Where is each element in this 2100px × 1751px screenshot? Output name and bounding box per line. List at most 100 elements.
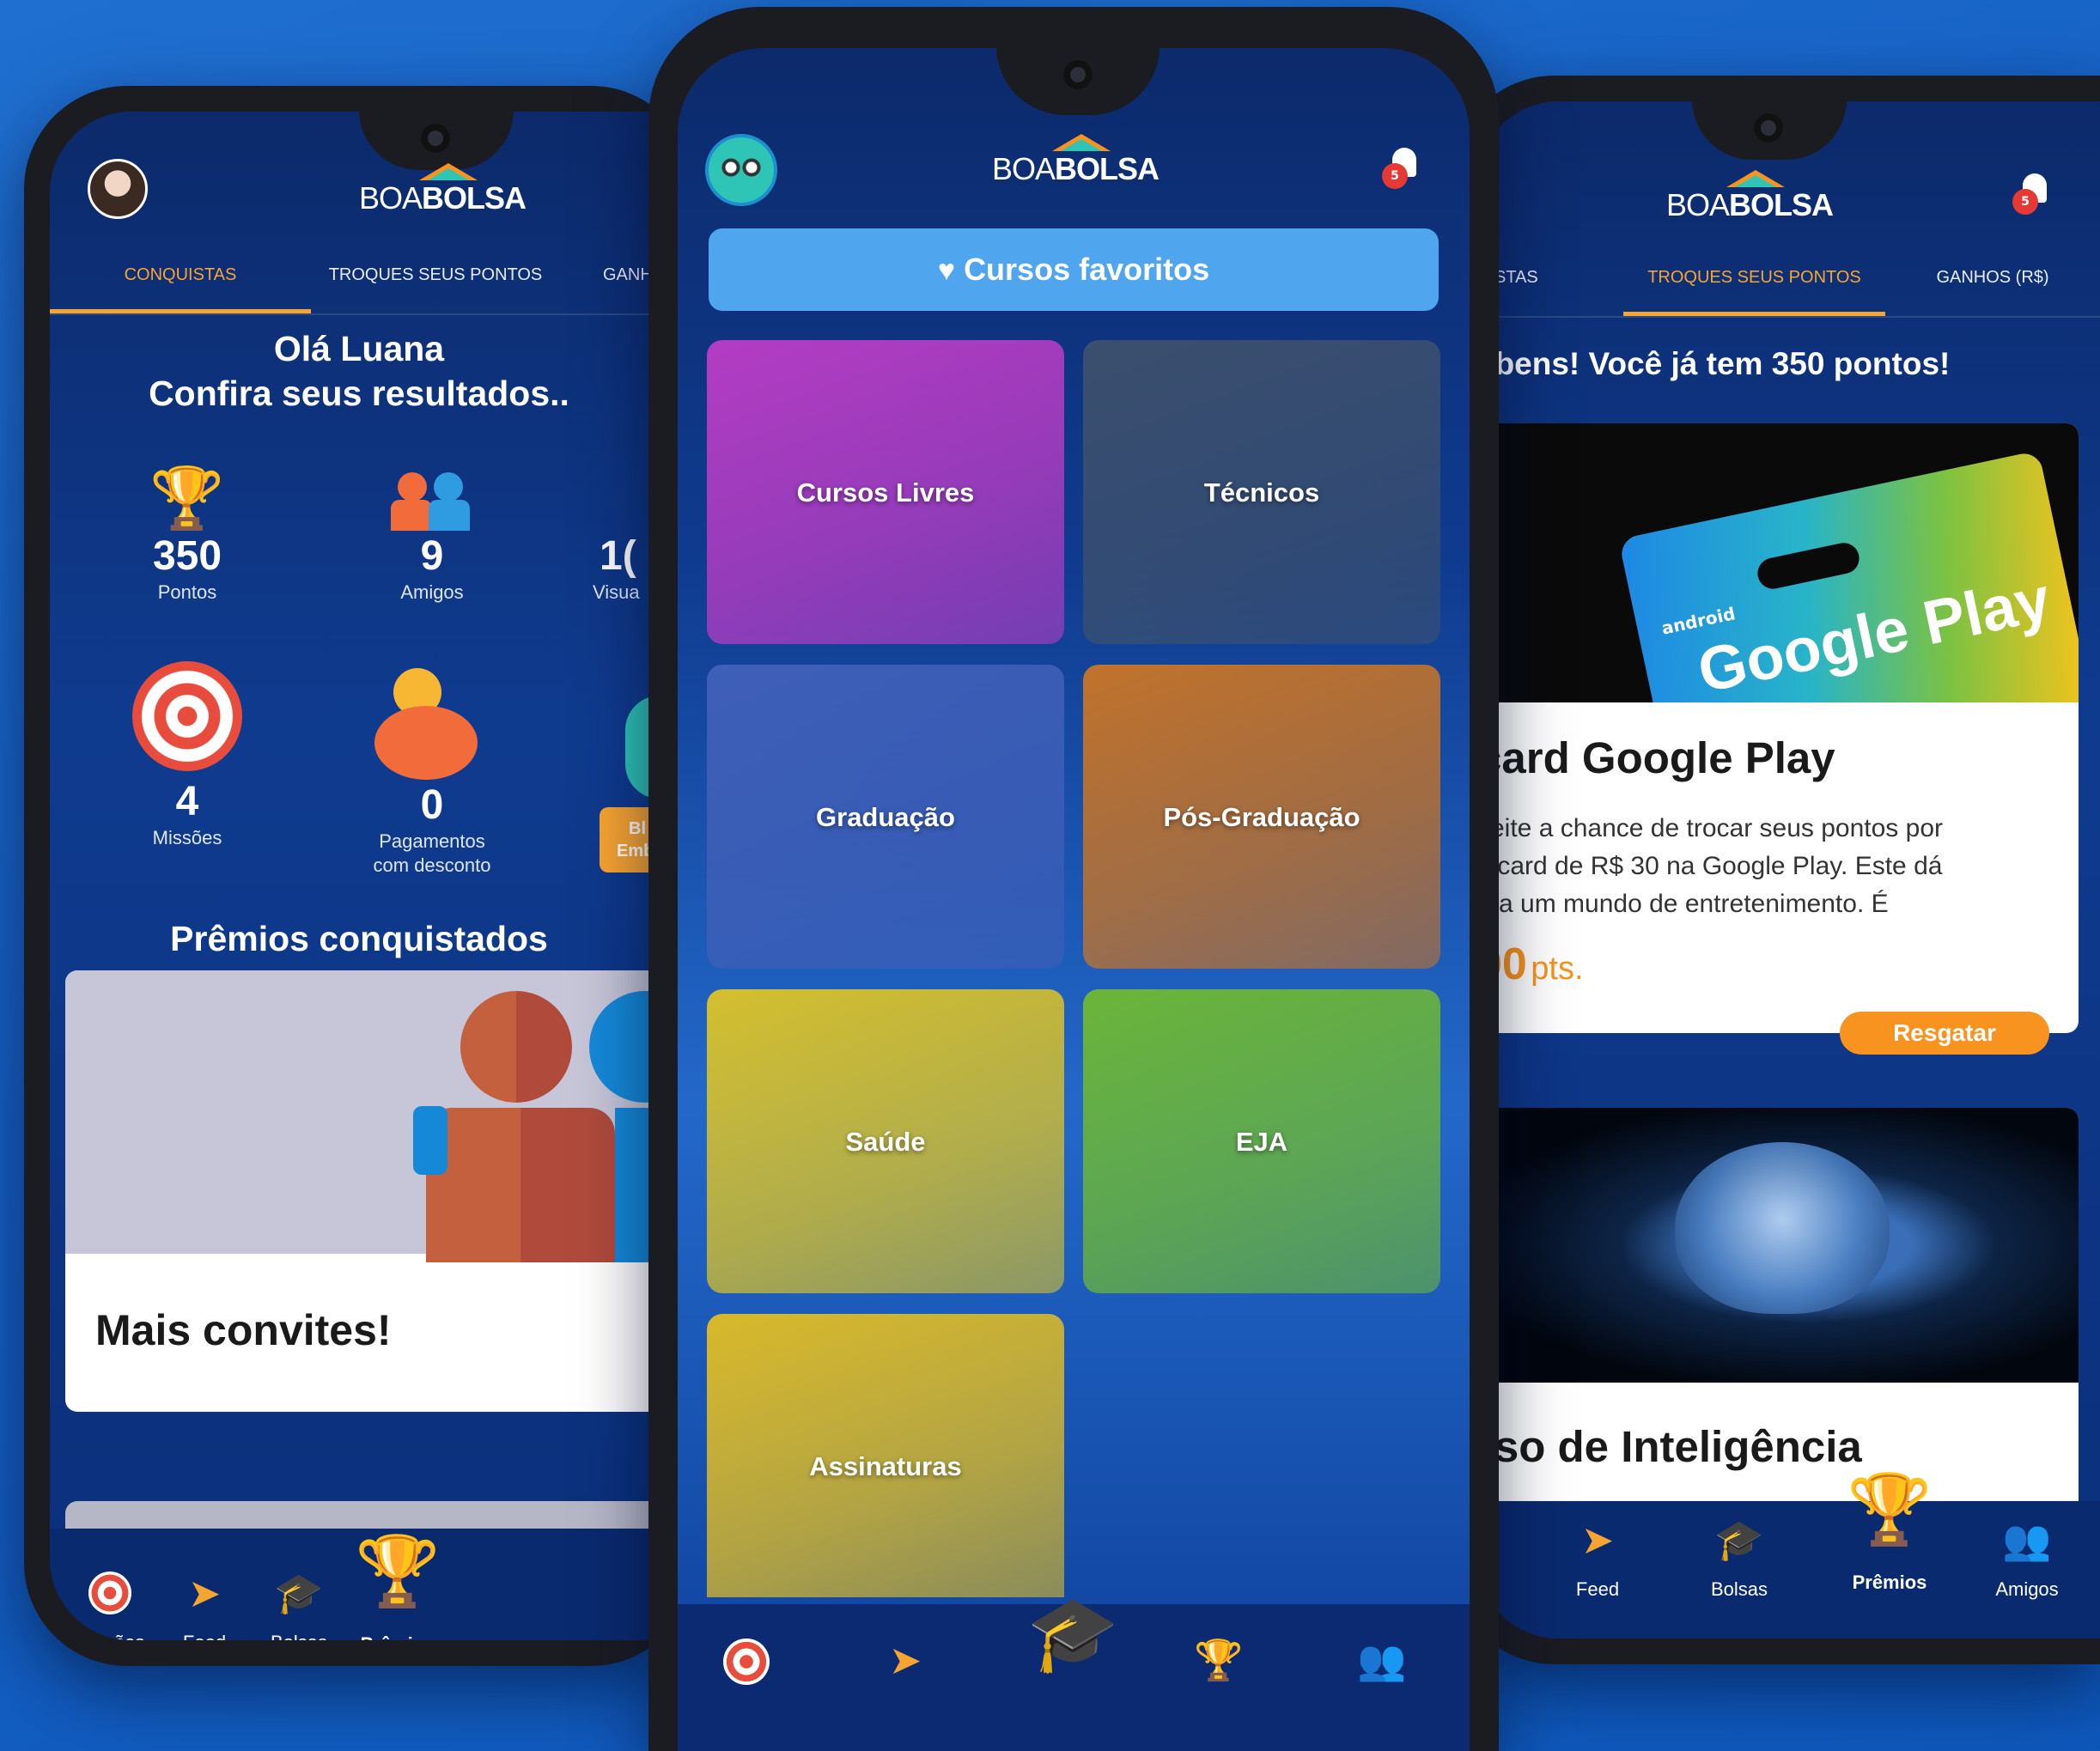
target-icon — [88, 1572, 131, 1614]
bottom-nav: Missões ➤ Feed 🎓 Bolsas 🏆 Prêmios — [50, 1529, 668, 1640]
friends-icon — [355, 464, 509, 532]
greeting-subtitle: Confira seus resultados.. — [149, 374, 569, 413]
front-camera-icon — [421, 124, 450, 153]
avatar[interactable] — [88, 159, 148, 219]
trophy-icon: 🏆 — [1847, 1471, 1933, 1547]
reward-title: card Google Play — [1477, 733, 1835, 782]
nav-bolsas[interactable]: 🎓 Bolsas — [256, 1572, 342, 1640]
award-card-title: Mais convites! — [95, 1306, 392, 1354]
awards-title: Prêmios conquistados — [170, 919, 548, 958]
target-icon — [723, 1639, 770, 1685]
nav-premios[interactable]: 🏆 — [1184, 1639, 1253, 1699]
trophy-icon: 🏆 — [149, 465, 225, 532]
piggy-bank-icon — [333, 661, 531, 781]
brand-logo: BOABOLSA — [992, 134, 1160, 187]
category-label: Assinaturas — [809, 1451, 962, 1481]
favorites-button[interactable]: ♥ Cursos favoritos — [709, 228, 1439, 311]
category-label: Cursos Livres — [796, 477, 975, 508]
payments-label: Pagamentos com desconto — [373, 830, 491, 876]
category-label: Pós-Graduação — [1163, 802, 1360, 832]
stat-missions: 4 Missões — [93, 661, 282, 850]
notification-count: 5 — [2012, 189, 2038, 215]
paper-plane-icon: ➤ — [888, 1638, 922, 1682]
points-banner: abens! Você já tem 350 pontos! — [1477, 346, 1951, 381]
graduation-cap-icon: 🎓 — [1714, 1517, 1764, 1562]
graduation-cap-icon: 🎓 — [274, 1571, 324, 1615]
missions-value: 4 — [175, 779, 199, 824]
points-value: 350 — [152, 533, 222, 579]
nav-feed[interactable]: ➤ Feed — [161, 1572, 247, 1640]
category-tile[interactable]: Graduação — [707, 665, 1064, 969]
tab-bar: CONQUISTAS TROQUES SEUS PONTOS GANH — [50, 236, 668, 315]
award-card[interactable]: Mais convites! — [65, 970, 668, 1412]
graduation-cap-icon: 🎓 — [1026, 1593, 1119, 1675]
left-phone: BOABOLSA CONQUISTAS TROQUES SEUS PONTOS … — [24, 86, 694, 1666]
owl-icon — [721, 158, 762, 177]
nav-premios[interactable]: 🏆 Prêmios — [1834, 1467, 1945, 1594]
nav-feed[interactable]: ➤ — [871, 1639, 940, 1699]
friends-value: 9 — [420, 533, 444, 579]
nav-premios[interactable]: 🏆 Prêmios — [346, 1529, 449, 1640]
missions-label: Missões — [152, 827, 222, 848]
category-tile[interactable]: Pós-Graduação — [1083, 665, 1440, 969]
heart-icon: ♥ — [937, 254, 956, 287]
category-tile[interactable]: Técnicos — [1083, 340, 1440, 644]
notch — [996, 48, 1160, 115]
course-title: rso de Inteligência — [1477, 1422, 1862, 1471]
category-label: Graduação — [816, 802, 955, 832]
category-label: Técnicos — [1203, 477, 1320, 508]
redeem-button[interactable]: Resgatar — [1840, 1012, 2049, 1055]
friends-label: Amigos — [400, 581, 464, 603]
bottom-nav: ➤ Feed 🎓 Bolsas 🏆 Prêmios 👥 Amigos — [1477, 1471, 2100, 1639]
owl-avatar[interactable] — [705, 134, 777, 206]
category-tile[interactable]: EJA — [1083, 989, 1440, 1293]
tab-conquistas[interactable]: CONQUISTAS — [50, 236, 311, 313]
logo-roof-icon — [1726, 170, 1785, 187]
nav-missoes[interactable]: Missões — [67, 1572, 153, 1640]
greeting: Olá Luana Confira seus resultados.. — [50, 326, 668, 416]
google-play-logo-text: Google Play — [1692, 564, 2056, 702]
category-tile[interactable]: Cursos Livres — [707, 340, 1064, 644]
notification-bell[interactable]: 5 — [1382, 148, 1421, 189]
brand-logo: BOABOLSA — [1666, 170, 1834, 223]
category-label: EJA — [1235, 1127, 1288, 1157]
center-phone: BOABOLSA 5 ♥ Cursos favoritos Cursos Liv… — [648, 7, 1499, 1751]
left-phone-screen: BOABOLSA CONQUISTAS TROQUES SEUS PONTOS … — [50, 112, 668, 1640]
nav-amigos[interactable]: 👥 Amigos — [1984, 1518, 2070, 1601]
center-phone-screen: BOABOLSA 5 ♥ Cursos favoritos Cursos Liv… — [678, 48, 1470, 1751]
tab-ganhos[interactable]: GANHOS (R$) — [1907, 239, 2079, 316]
nav-amigos[interactable]: 👥 — [1348, 1639, 1416, 1699]
category-label: Saúde — [845, 1127, 926, 1157]
award-card-image — [65, 970, 668, 1262]
reward-description: veite a chance de trocar seus pontos por… — [1477, 814, 1943, 918]
bottom-nav: ➤ 🎓 🏆 👥 — [678, 1593, 1470, 1751]
category-tile[interactable]: Saúde — [707, 989, 1064, 1293]
paper-plane-icon: ➤ — [1580, 1517, 1615, 1562]
nav-bolsas[interactable]: 🎓 — [1017, 1587, 1129, 1699]
notification-bell[interactable]: 5 — [2012, 173, 2052, 215]
tab-troques-seus-pontos[interactable]: TROQUES SEUS PONTOS — [1623, 239, 1885, 316]
right-phone-screen: BOABOLSA 5 UISTAS TROQUES SEUS PONTOS GA… — [1477, 101, 2100, 1639]
nav-missoes[interactable] — [712, 1639, 781, 1702]
front-camera-icon — [1063, 60, 1093, 89]
giftcard-reward-card[interactable]: android Google Play card Google Play vei… — [1477, 423, 2079, 1033]
category-tile[interactable]: Assinaturas — [707, 1314, 1064, 1597]
paper-plane-icon: ➤ — [187, 1571, 222, 1615]
friends-icon: 👥 — [2002, 1517, 2052, 1562]
favorites-label: Cursos favoritos — [964, 252, 1210, 287]
nav-feed[interactable]: ➤ Feed — [1555, 1518, 1640, 1601]
tab-troques-seus-pontos[interactable]: TROQUES SEUS PONTOS — [311, 236, 560, 313]
brain-image — [1477, 1108, 2079, 1383]
stat-payments: 0 Pagamentos com desconto — [333, 661, 531, 878]
ai-course-card[interactable]: rso de Inteligência — [1477, 1108, 2079, 1537]
google-play-card: android Google Play — [1618, 450, 2079, 702]
notch — [1692, 101, 1847, 160]
nav-bolsas[interactable]: 🎓 Bolsas — [1696, 1518, 1782, 1601]
greeting-name: Olá Luana — [273, 329, 445, 368]
trophy-icon: 🏆 — [355, 1533, 441, 1609]
target-icon — [132, 661, 242, 771]
stat-points: 🏆 350 Pontos — [110, 464, 265, 605]
front-camera-icon — [1754, 113, 1783, 143]
stat-friends: 9 Amigos — [355, 464, 509, 605]
brand-logo: BOABOLSA — [359, 163, 527, 216]
